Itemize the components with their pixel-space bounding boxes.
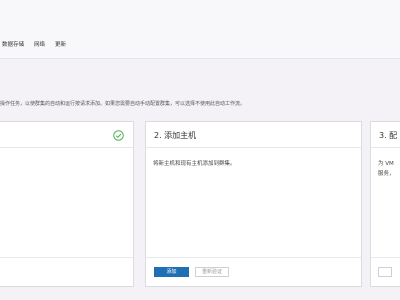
card-description-line-1: 为 VM [378,161,394,167]
step-card-1 [0,121,134,287]
card-title: 3. 配 [379,131,398,140]
revalidate-button[interactable]: 重新验证 [195,267,229,277]
card-footer [0,257,133,286]
add-button[interactable]: 添加 [154,267,189,277]
card-3-button[interactable] [378,267,392,277]
nav-tab-network[interactable]: 网络 [34,40,45,54]
step-card-3: 3. 配 为 VM 服务， [370,121,400,287]
card-header: 2. 添加主机 [146,122,361,148]
check-circle-icon [113,130,124,141]
nav-tab-updates[interactable]: 更新 [55,40,66,54]
nav-tabs: 数据存储 网络 更新 [0,40,76,54]
card-header: 3. 配 [371,122,400,148]
nav-tab-datastore[interactable]: 数据存储 [2,40,24,54]
card-footer [371,257,400,286]
step-card-add-hosts: 2. 添加主机 将新主机和现有主机添加到群集。 添加 重新验证 [145,121,362,287]
card-footer: 添加 重新验证 [146,257,361,286]
card-description-line-2: 服务， [378,171,395,177]
workflow-description: 操作任务，以使群集的自动和运行按请求添加。如果您需要自动手动配置群集，可以选择不… [0,101,246,107]
card-description: 将新主机和现有主机添加到群集。 [153,161,236,167]
card-header [0,122,133,148]
card-title: 2. 添加主机 [154,131,197,140]
